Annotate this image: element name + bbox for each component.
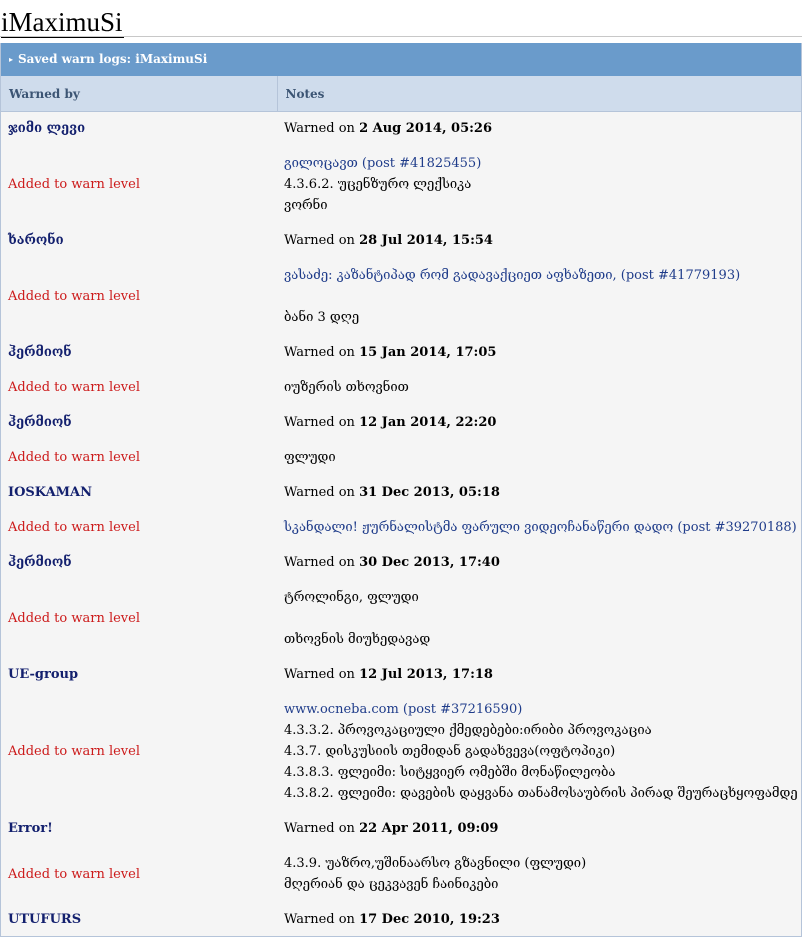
warned-on-cell: Warned on 28 Jul 2014, 15:54 bbox=[277, 224, 801, 257]
warned-by-link[interactable]: ჯიმი ლევი bbox=[8, 121, 85, 136]
warned-on-prefix: Warned on bbox=[284, 821, 355, 836]
warn-logs-panel: ▸ Saved warn logs: iMaximuSi Warned by No… bbox=[0, 43, 802, 937]
warn-entry-header-row: ჰერმიონ Warned on 30 Dec 2013, 17:40 bbox=[1, 546, 801, 579]
triangle-right-icon: ▸ bbox=[9, 54, 14, 64]
note-line: 4.3.7. დისკუსიის თემიდან გადახვევა(ოფტოპ… bbox=[284, 744, 616, 759]
warn-date: 12 Jan 2014, 22:20 bbox=[359, 415, 497, 430]
table-header-row: Warned by Notes bbox=[1, 76, 801, 112]
note-spacer bbox=[284, 286, 795, 307]
notes-cell: სკანდალი! ჟურნალისტმა ფარული ვიდეოჩანაწე… bbox=[277, 509, 801, 546]
warned-on-cell: Warned on 12 Jul 2013, 17:18 bbox=[277, 658, 801, 691]
warned-by-link[interactable]: Error! bbox=[8, 821, 53, 836]
warn-entry-body-row: Added to warn level ფლუდი bbox=[1, 439, 801, 476]
warn-level-label: Added to warn level bbox=[8, 289, 141, 304]
warn-date: 15 Jan 2014, 17:05 bbox=[359, 345, 497, 360]
note-line: 4.3.8.3. ფლეიმი: სიტყვიერ ომებში მონაწილ… bbox=[284, 765, 616, 780]
note-line: თხოვნის მიუხედავად bbox=[284, 632, 431, 647]
notes-cell: ვასაძე: კაზანტიპად რომ გადავაქციეთ აფხაზ… bbox=[277, 257, 801, 336]
warn-entry-header-row: ხარონი Warned on 28 Jul 2014, 15:54 bbox=[1, 224, 801, 257]
page-title: iMaximuSi bbox=[1, 7, 124, 38]
warned-by-link[interactable]: ჰერმიონ bbox=[8, 415, 72, 430]
warned-on-prefix: Warned on bbox=[284, 415, 355, 430]
warned-on-prefix: Warned on bbox=[284, 345, 355, 360]
warned-on-cell: Warned on 12 Jan 2014, 22:20 bbox=[277, 406, 801, 439]
warned-by-link[interactable]: ჰერმიონ bbox=[8, 555, 72, 570]
warn-entry-header-row: IOSKAMAN Warned on 31 Dec 2013, 05:18 bbox=[1, 476, 801, 509]
warn-date: 17 Dec 2010, 19:23 bbox=[359, 912, 500, 927]
notes-cell: ფლუდი bbox=[277, 439, 801, 476]
warned-on-cell: Warned on 31 Dec 2013, 05:18 bbox=[277, 476, 801, 509]
note-post-link[interactable]: სკანდალი! ჟურნალისტმა ფარული ვიდეოჩანაწე… bbox=[284, 517, 797, 538]
warn-log-body: ჯიმი ლევი Warned on 2 Aug 2014, 05:26 Adde… bbox=[1, 111, 801, 936]
warned-on-prefix: Warned on bbox=[284, 121, 355, 136]
note-line: ტროლინგი, ფლუდი bbox=[284, 590, 419, 605]
warn-level-label: Added to warn level bbox=[8, 520, 141, 535]
note-line: ფლუდი bbox=[284, 450, 336, 465]
warn-entry-header-row: Error! Warned on 22 Apr 2011, 09:09 bbox=[1, 812, 801, 845]
warned-on-prefix: Warned on bbox=[284, 555, 355, 570]
warn-entry-header-row: UTUFURS Warned on 17 Dec 2010, 19:23 bbox=[1, 903, 801, 936]
warned-by-link[interactable]: IOSKAMAN bbox=[8, 485, 92, 500]
column-header-notes: Notes bbox=[276, 76, 801, 112]
warn-entry-header-row: ჰერმიონ Warned on 12 Jan 2014, 22:20 bbox=[1, 406, 801, 439]
panel-heading-text: Saved warn logs: iMaximuSi bbox=[18, 52, 208, 66]
warn-entry-body-row: Added to warn level ტროლინგი, ფლუდი თხოვნი… bbox=[1, 579, 801, 658]
note-line: 4.3.3.2. პროვოკაციული ქმედებები:ირიბი პრ… bbox=[284, 723, 652, 738]
warned-on-cell: Warned on 15 Jan 2014, 17:05 bbox=[277, 336, 801, 369]
warned-on-cell: Warned on 17 Dec 2010, 19:23 bbox=[277, 903, 801, 936]
warn-level-label: Added to warn level bbox=[8, 611, 141, 626]
warn-entry-header-row: ჯიმი ლევი Warned on 2 Aug 2014, 05:26 bbox=[1, 111, 801, 145]
notes-cell: იუზერის თხოვნით bbox=[277, 369, 801, 406]
warn-date: 28 Jul 2014, 15:54 bbox=[359, 233, 493, 248]
warned-on-prefix: Warned on bbox=[284, 912, 355, 927]
warn-entry-body-row: Added to warn level 4.3.9. უაზრო,უშინაარს… bbox=[1, 845, 801, 903]
note-post-link[interactable]: გილოცავთ (post #41825455) bbox=[284, 153, 795, 174]
note-line: იუზერის თხოვნით bbox=[284, 380, 409, 395]
note-post-link[interactable]: www.ocneba.com (post #37216590) bbox=[284, 699, 795, 720]
note-line: ვორნი bbox=[284, 198, 328, 213]
note-line: მღერიან და ცეკვავენ ჩაინიკები bbox=[284, 877, 499, 892]
column-header-warned-by: Warned by bbox=[1, 76, 277, 112]
notes-cell: ტროლინგი, ფლუდი თხოვნის მიუხედავად bbox=[277, 579, 801, 658]
warn-entry-body-row: Added to warn level სკანდალი! ჟურნალისტმა… bbox=[1, 509, 801, 546]
warned-on-cell: Warned on 2 Aug 2014, 05:26 bbox=[277, 111, 801, 145]
panel-heading: ▸ Saved warn logs: iMaximuSi bbox=[1, 43, 801, 76]
warn-date: 22 Apr 2011, 09:09 bbox=[359, 821, 499, 836]
warn-entry-body-row: Added to warn level გილოცავთ (post #41825… bbox=[1, 145, 801, 224]
warn-date: 2 Aug 2014, 05:26 bbox=[359, 121, 493, 136]
warned-on-prefix: Warned on bbox=[284, 485, 355, 500]
note-post-link[interactable]: ვასაძე: კაზანტიპად რომ გადავაქციეთ აფხაზ… bbox=[284, 265, 795, 286]
warn-level-label: Added to warn level bbox=[8, 450, 141, 465]
warned-by-link[interactable]: ხარონი bbox=[8, 233, 64, 248]
notes-cell: გილოცავთ (post #41825455) 4.3.6.2. უცენზუ… bbox=[277, 145, 801, 224]
warn-level-label: Added to warn level bbox=[8, 177, 141, 192]
note-line: 4.3.9. უაზრო,უშინაარსო გზავნილი (ფლუდი) bbox=[284, 856, 587, 871]
warn-date: 12 Jul 2013, 17:18 bbox=[359, 667, 493, 682]
warn-level-label: Added to warn level bbox=[8, 744, 141, 759]
warned-by-link[interactable]: UE-group bbox=[8, 667, 78, 682]
warn-entry-body-row: Added to warn level იუზერის თხოვნით bbox=[1, 369, 801, 406]
warn-level-label: Added to warn level bbox=[8, 380, 141, 395]
notes-cell: 4.3.9. უაზრო,უშინაარსო გზავნილი (ფლუდი) მ… bbox=[277, 845, 801, 903]
warned-on-prefix: Warned on bbox=[284, 233, 355, 248]
warn-entry-header-row: UE-group Warned on 12 Jul 2013, 17:18 bbox=[1, 658, 801, 691]
warn-date: 31 Dec 2013, 05:18 bbox=[359, 485, 500, 500]
warned-by-link[interactable]: ჰერმიონ bbox=[8, 345, 72, 360]
warned-by-link[interactable]: UTUFURS bbox=[8, 912, 81, 927]
warn-entry-body-row: Added to warn level www.ocneba.com (post … bbox=[1, 691, 801, 812]
warn-entry-header-row: ჰერმიონ Warned on 15 Jan 2014, 17:05 bbox=[1, 336, 801, 369]
warn-date: 30 Dec 2013, 17:40 bbox=[359, 555, 500, 570]
note-spacer bbox=[284, 608, 795, 629]
warned-on-prefix: Warned on bbox=[284, 667, 355, 682]
warned-on-cell: Warned on 30 Dec 2013, 17:40 bbox=[277, 546, 801, 579]
note-line: ბანი 3 დღე bbox=[284, 310, 360, 325]
notes-cell: www.ocneba.com (post #37216590) 4.3.3.2. … bbox=[277, 691, 801, 812]
note-line: 4.3.8.2. ფლეიმი: დავების დაყვანა თანამოს… bbox=[284, 786, 798, 801]
warn-level-label: Added to warn level bbox=[8, 866, 141, 882]
note-line: 4.3.6.2. უცენზურო ლექსიკა bbox=[284, 177, 472, 192]
warn-log-table: Warned by Notes ჯიმი ლევი Warned on 2 Aug… bbox=[1, 76, 801, 936]
warned-on-cell: Warned on 22 Apr 2011, 09:09 bbox=[277, 812, 801, 845]
warn-entry-body-row: Added to warn level ვასაძე: კაზანტიპად რო… bbox=[1, 257, 801, 336]
